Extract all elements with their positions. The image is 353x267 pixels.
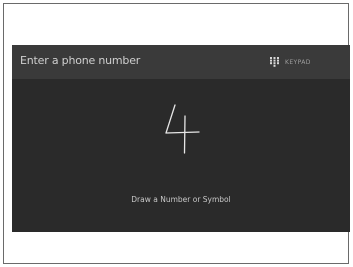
handwritten-digit-four xyxy=(165,104,200,154)
keypad-label: KEYPAD xyxy=(285,58,311,66)
draw-instruction: Draw a Number or Symbol xyxy=(131,195,231,204)
handwriting-input-screen: Enter a phone number KEYPAD Draw a Numbe… xyxy=(12,45,350,232)
handwriting-canvas[interactable]: Draw a Number or Symbol xyxy=(12,79,350,232)
keypad-button[interactable]: KEYPAD xyxy=(270,53,311,71)
header-bar: Enter a phone number KEYPAD xyxy=(12,45,350,79)
phone-number-prompt: Enter a phone number xyxy=(20,54,141,67)
keypad-grid-icon xyxy=(270,57,279,67)
figure-frame: Enter a phone number KEYPAD Draw a Numbe… xyxy=(3,3,350,264)
